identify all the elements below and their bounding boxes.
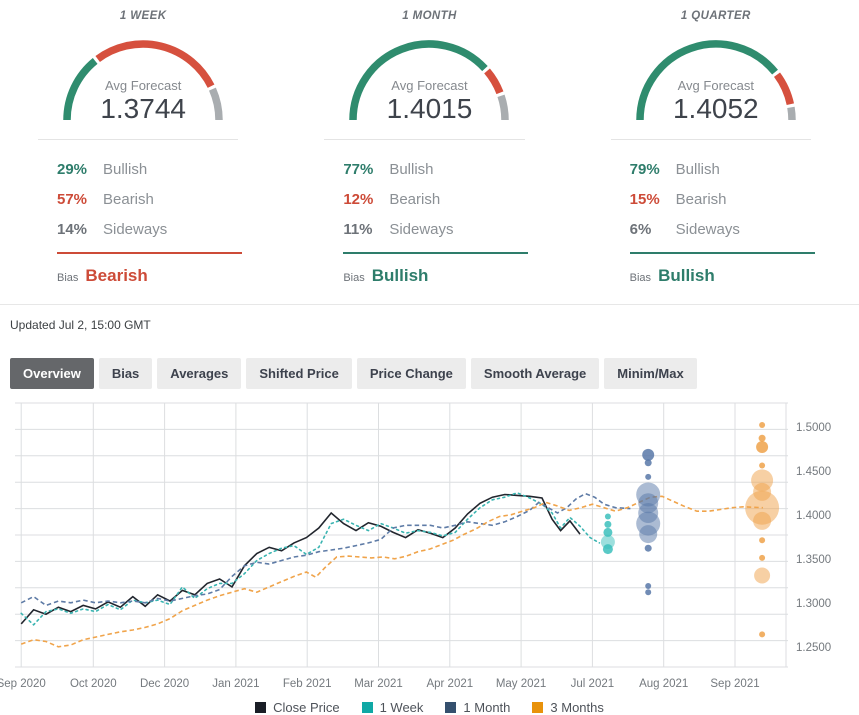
svg-text:Oct 2020: Oct 2020 — [70, 678, 117, 690]
bearish-label: Bearish — [389, 191, 440, 208]
updated-timestamp: Updated Jul 2, 15:00 GMT — [0, 304, 859, 332]
bias-divider — [343, 252, 528, 254]
tab-shifted-price[interactable]: Shifted Price — [246, 358, 351, 389]
chart-legend: Close Price 1 Week 1 Month 3 Months — [0, 700, 859, 715]
bullish-label: Bullish — [389, 161, 433, 178]
card-period-title: 1 MONTH — [286, 10, 572, 22]
svg-text:Jul 2021: Jul 2021 — [571, 678, 614, 690]
svg-text:1.5000: 1.5000 — [796, 422, 831, 434]
forecast-card-1-quarter: 1 QUARTER Avg Forecast 1.4052 79% Bullis… — [573, 10, 859, 286]
svg-text:Sep 2020: Sep 2020 — [0, 678, 46, 690]
bearish-label: Bearish — [103, 191, 154, 208]
sideways-row: 6% Sideways — [630, 214, 859, 244]
bias-value: Bullish — [372, 266, 429, 286]
svg-text:Aug 2021: Aug 2021 — [639, 678, 688, 690]
bearish-pct: 12% — [343, 191, 389, 208]
card-period-title: 1 WEEK — [0, 10, 286, 22]
svg-text:1.2500: 1.2500 — [796, 642, 831, 654]
gauge-arc — [58, 30, 228, 125]
bias-label: Bias — [57, 272, 78, 284]
sideways-pct: 14% — [57, 221, 103, 238]
forecast-poll-widget: 1 WEEK Avg Forecast 1.3744 29% Bullish 5… — [0, 0, 859, 715]
gauge-1-week: Avg Forecast 1.3744 — [58, 30, 228, 125]
tab-averages[interactable]: Averages — [157, 358, 241, 389]
svg-text:Mar 2021: Mar 2021 — [354, 678, 403, 690]
bullish-row: 29% Bullish — [57, 154, 286, 184]
bearish-label: Bearish — [676, 191, 727, 208]
sideways-label: Sideways — [389, 221, 453, 238]
bullish-pct: 79% — [630, 161, 676, 178]
tab-price-change[interactable]: Price Change — [357, 358, 466, 389]
svg-text:1.3500: 1.3500 — [796, 554, 831, 566]
tab-smooth-average[interactable]: Smooth Average — [471, 358, 599, 389]
card-period-title: 1 QUARTER — [573, 10, 859, 22]
sideways-row: 14% Sideways — [57, 214, 286, 244]
forecast-card-1-month: 1 MONTH Avg Forecast 1.4015 77% Bullish … — [286, 10, 572, 286]
legend-item-1-week[interactable]: 1 Week — [362, 700, 424, 715]
tab-bias[interactable]: Bias — [99, 358, 152, 389]
sideways-label: Sideways — [103, 221, 167, 238]
tab-overview[interactable]: Overview — [10, 358, 94, 389]
gauge-1-month: Avg Forecast 1.4015 — [344, 30, 514, 125]
bearish-pct: 57% — [57, 191, 103, 208]
legend-item-3-months[interactable]: 3 Months — [532, 700, 603, 715]
bearish-row: 15% Bearish — [630, 184, 859, 214]
bias-value: Bullish — [658, 266, 715, 286]
bullish-label: Bullish — [103, 161, 147, 178]
1-week-swatch-icon — [362, 702, 373, 713]
close-price-swatch-icon — [255, 702, 266, 713]
bearish-pct: 15% — [630, 191, 676, 208]
bias-value: Bearish — [85, 266, 147, 286]
1-month-swatch-icon — [445, 702, 456, 713]
svg-text:Apr 2021: Apr 2021 — [426, 678, 473, 690]
3-months-swatch-icon — [532, 702, 543, 713]
gauge-arc — [631, 30, 801, 125]
sideways-label: Sideways — [676, 221, 740, 238]
bullish-row: 79% Bullish — [630, 154, 859, 184]
bias-label: Bias — [343, 272, 364, 284]
bullish-row: 77% Bullish — [343, 154, 572, 184]
gauge-1-quarter: Avg Forecast 1.4052 — [631, 30, 801, 125]
gauge-arc — [344, 30, 514, 125]
bullish-label: Bullish — [676, 161, 720, 178]
svg-text:1.4000: 1.4000 — [796, 510, 831, 522]
bias-divider — [57, 252, 242, 254]
bearish-row: 57% Bearish — [57, 184, 286, 214]
bullish-pct: 77% — [343, 161, 389, 178]
chart-tabs: Overview Bias Averages Shifted Price Pri… — [10, 358, 859, 389]
sideways-pct: 6% — [630, 221, 676, 238]
forecast-cards-row: 1 WEEK Avg Forecast 1.3744 29% Bullish 5… — [0, 0, 859, 286]
svg-text:1.4500: 1.4500 — [796, 466, 831, 478]
svg-text:1.3000: 1.3000 — [796, 598, 831, 610]
legend-item-1-month[interactable]: 1 Month — [445, 700, 510, 715]
bearish-row: 12% Bearish — [343, 184, 572, 214]
card-divider — [611, 139, 811, 140]
bias-label: Bias — [630, 272, 651, 284]
svg-text:May 2021: May 2021 — [496, 678, 547, 690]
card-divider — [38, 139, 238, 140]
sideways-pct: 11% — [343, 221, 389, 238]
bias-divider — [630, 252, 815, 254]
svg-text:Jan 2021: Jan 2021 — [212, 678, 259, 690]
card-divider — [324, 139, 524, 140]
bullish-pct: 29% — [57, 161, 103, 178]
legend-item-close-price[interactable]: Close Price — [255, 700, 339, 715]
svg-text:Sep 2021: Sep 2021 — [710, 678, 759, 690]
svg-text:Feb 2021: Feb 2021 — [283, 678, 332, 690]
sideways-row: 11% Sideways — [343, 214, 572, 244]
forecast-card-1-week: 1 WEEK Avg Forecast 1.3744 29% Bullish 5… — [0, 10, 286, 286]
svg-text:Dec 2020: Dec 2020 — [140, 678, 189, 690]
forecast-chart[interactable]: 1.5000 1.4500 1.4000 1.3500 1.3000 1.2500 Sep … — [0, 397, 859, 700]
tab-minim-max[interactable]: Minim/Max — [604, 358, 696, 389]
